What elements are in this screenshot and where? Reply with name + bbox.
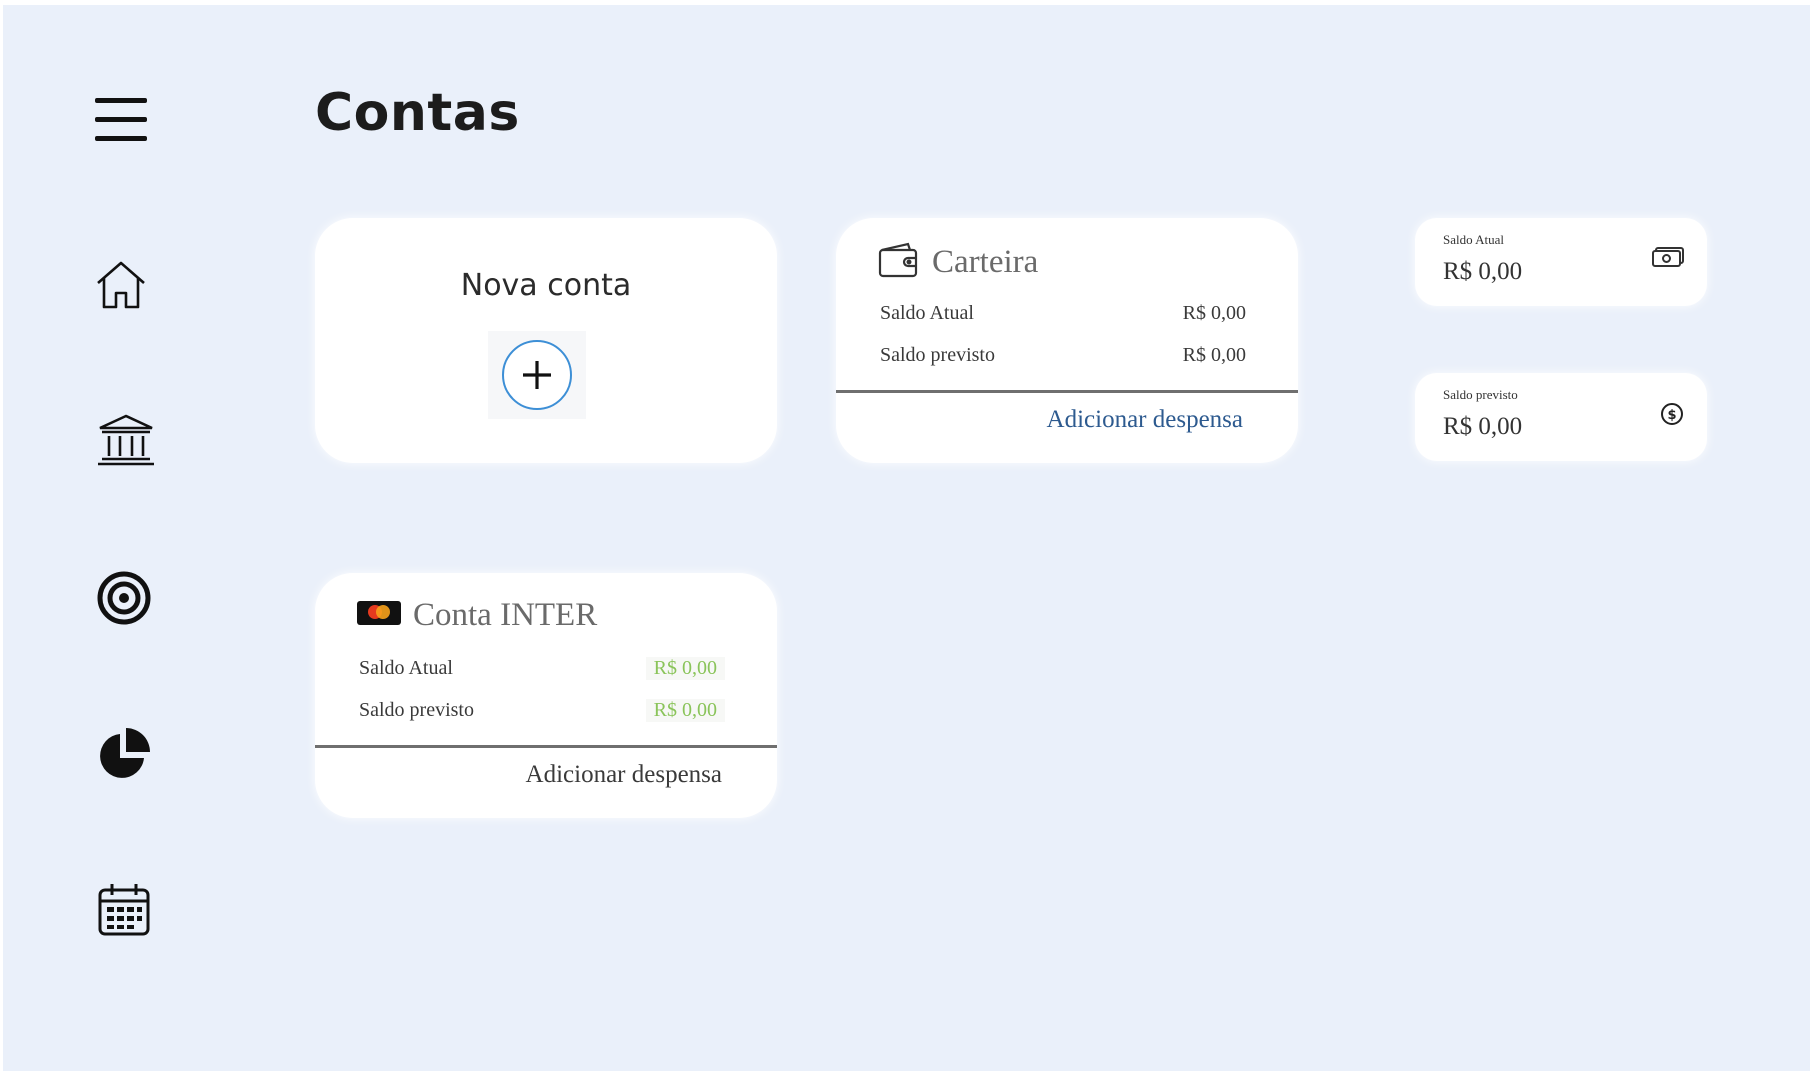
new-account-label: Nova conta bbox=[460, 268, 632, 303]
summary-card-saldo-atual: Saldo Atual R$ 0,00 bbox=[1415, 218, 1707, 306]
summary-label: Saldo previsto bbox=[1443, 387, 1518, 402]
page-title: Contas bbox=[315, 83, 520, 143]
saldo-previsto-row: Saldo previsto R$ 0,00 bbox=[359, 699, 725, 722]
saldo-atual-value: R$ 0,00 bbox=[645, 657, 725, 680]
saldo-atual-label: Saldo Atual bbox=[359, 657, 453, 679]
card-divider bbox=[836, 390, 1298, 393]
saldo-previsto-value: R$ 0,00 bbox=[1182, 344, 1246, 366]
summary-value: R$ 0,00 bbox=[1443, 413, 1523, 440]
summary-card-saldo-previsto: Saldo previsto R$ 0,00 $ bbox=[1415, 373, 1707, 461]
bank-icon[interactable] bbox=[95, 410, 157, 470]
plus-icon bbox=[523, 361, 551, 389]
saldo-atual-row: Saldo Atual R$ 0,00 bbox=[359, 657, 725, 680]
dollar-circle-icon: $ bbox=[1659, 401, 1685, 432]
account-card-carteira[interactable]: Carteira Saldo Atual R$ 0,00 Saldo previ… bbox=[836, 218, 1298, 463]
add-button-wrapper bbox=[488, 331, 586, 419]
saldo-previsto-value: R$ 0,00 bbox=[645, 699, 725, 722]
card-divider bbox=[315, 745, 777, 748]
target-icon[interactable] bbox=[95, 569, 153, 627]
summary-label: Saldo Atual bbox=[1443, 232, 1505, 247]
add-expense-link[interactable]: Adicionar despensa bbox=[526, 761, 722, 789]
mastercard-icon bbox=[357, 599, 401, 632]
account-card-inter[interactable]: Conta INTER Saldo Atual R$ 0,00 Saldo pr… bbox=[315, 573, 777, 818]
summary-value: R$ 0,00 bbox=[1443, 258, 1523, 285]
calendar-icon[interactable] bbox=[95, 881, 153, 939]
saldo-previsto-label: Saldo previsto bbox=[359, 699, 474, 721]
pie-chart-icon[interactable] bbox=[95, 725, 153, 783]
saldo-atual-label: Saldo Atual bbox=[880, 302, 974, 324]
add-account-button[interactable] bbox=[502, 340, 572, 410]
saldo-atual-row: Saldo Atual R$ 0,00 bbox=[880, 302, 1246, 325]
wallet-icon bbox=[878, 242, 920, 283]
saldo-previsto-label: Saldo previsto bbox=[880, 344, 995, 366]
svg-text:$: $ bbox=[1667, 408, 1676, 423]
add-expense-link[interactable]: Adicionar despensa bbox=[1047, 406, 1243, 434]
menu-icon[interactable] bbox=[91, 91, 151, 149]
new-account-card[interactable]: Nova conta bbox=[315, 218, 777, 463]
money-bill-icon bbox=[1651, 246, 1685, 273]
account-name: Conta INTER bbox=[413, 597, 598, 633]
saldo-previsto-row: Saldo previsto R$ 0,00 bbox=[880, 344, 1246, 367]
account-name: Carteira bbox=[932, 244, 1039, 280]
saldo-atual-value: R$ 0,00 bbox=[1182, 302, 1246, 324]
home-icon[interactable] bbox=[93, 257, 149, 313]
app-frame: Contas Nova conta Carteira Saldo Atual R… bbox=[3, 5, 1810, 1071]
account-header: Carteira bbox=[878, 242, 1038, 283]
account-header: Conta INTER bbox=[357, 597, 597, 634]
